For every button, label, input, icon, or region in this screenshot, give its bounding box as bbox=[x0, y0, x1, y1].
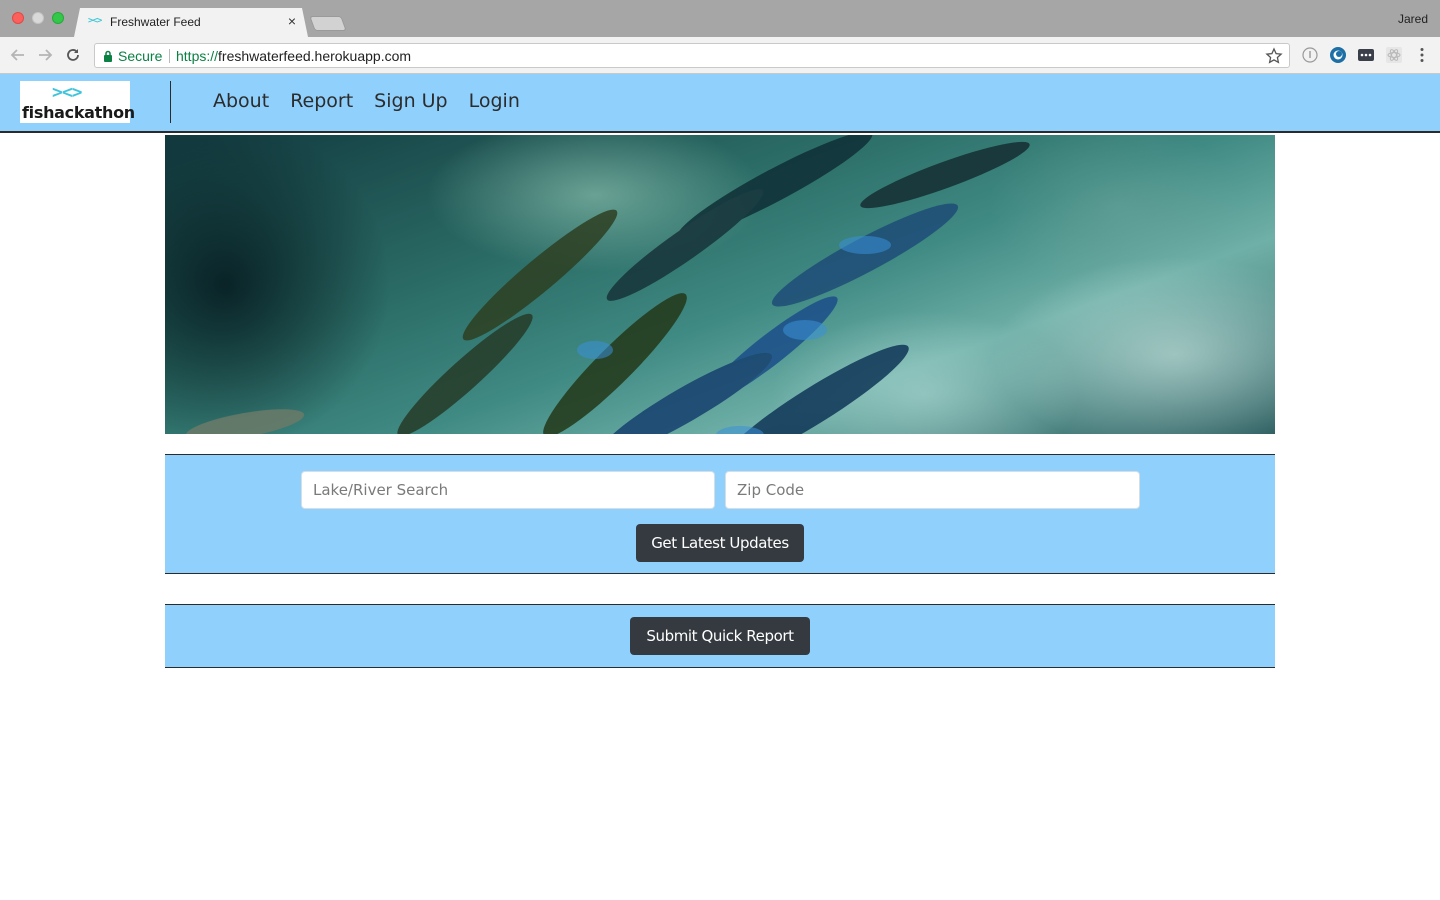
zip-code-input[interactable] bbox=[725, 471, 1140, 509]
browser-menu-icon[interactable] bbox=[1413, 46, 1431, 64]
search-panel: Get Latest Updates bbox=[165, 454, 1275, 574]
bookmark-star-icon[interactable] bbox=[1265, 47, 1283, 65]
window-minimize-button[interactable] bbox=[32, 12, 44, 24]
secure-label: Secure bbox=[118, 48, 163, 64]
extension-password-icon[interactable] bbox=[1357, 46, 1375, 64]
forward-arrow-icon[interactable] bbox=[35, 45, 55, 65]
browser-toolbar: Secure https://freshwaterfeed.herokuapp.… bbox=[0, 37, 1440, 74]
quick-report-panel: Submit Quick Report bbox=[165, 604, 1275, 668]
nav-link-report[interactable]: Report bbox=[290, 90, 353, 112]
extension-react-icon[interactable] bbox=[1385, 46, 1403, 64]
omnibox-divider bbox=[169, 49, 170, 63]
logo-wordmark: fishackathon bbox=[22, 103, 135, 122]
tab-title: Freshwater Feed bbox=[110, 15, 201, 29]
url-host: freshwaterfeed.herokuapp.com bbox=[218, 48, 412, 64]
nav-link-signup[interactable]: Sign Up bbox=[374, 90, 447, 112]
back-arrow-icon[interactable] bbox=[8, 45, 28, 65]
url-scheme: https:// bbox=[176, 48, 219, 64]
lake-river-search-input[interactable] bbox=[301, 471, 715, 509]
tab-close-icon[interactable]: × bbox=[284, 13, 300, 29]
fish-logo-icon: ><> bbox=[52, 82, 82, 103]
window-close-button[interactable] bbox=[12, 12, 24, 24]
site-navbar: ><> fishackathon About Report Sign Up Lo… bbox=[0, 74, 1440, 133]
nav-link-login[interactable]: Login bbox=[469, 90, 520, 112]
browser-tab-active[interactable]: ><> Freshwater Feed × bbox=[74, 8, 308, 37]
browser-profile-name[interactable]: Jared bbox=[1398, 12, 1428, 26]
nav-divider bbox=[170, 81, 171, 123]
extension-blue-circle-icon[interactable] bbox=[1329, 46, 1347, 64]
address-bar[interactable]: Secure https://freshwaterfeed.herokuapp.… bbox=[94, 43, 1290, 68]
fishackathon-logo[interactable]: ><> fishackathon bbox=[20, 81, 135, 123]
new-tab-button[interactable] bbox=[309, 16, 347, 31]
get-latest-updates-button[interactable]: Get Latest Updates bbox=[636, 524, 804, 562]
extension-info-icon[interactable] bbox=[1301, 46, 1319, 64]
nav-link-about[interactable]: About bbox=[213, 90, 269, 112]
nav-links: About Report Sign Up Login bbox=[213, 90, 520, 112]
reload-icon[interactable] bbox=[63, 45, 83, 65]
fish-favicon-icon: ><> bbox=[88, 16, 102, 26]
fish-school-illustration bbox=[185, 135, 1030, 434]
browser-titlebar: ><> Freshwater Feed × Jared bbox=[0, 0, 1440, 37]
submit-quick-report-button[interactable]: Submit Quick Report bbox=[630, 617, 810, 655]
hero-fish-image bbox=[165, 135, 1275, 434]
window-maximize-button[interactable] bbox=[52, 12, 64, 24]
url-text[interactable]: https://freshwaterfeed.herokuapp.com bbox=[176, 48, 411, 64]
lock-icon bbox=[103, 49, 113, 67]
